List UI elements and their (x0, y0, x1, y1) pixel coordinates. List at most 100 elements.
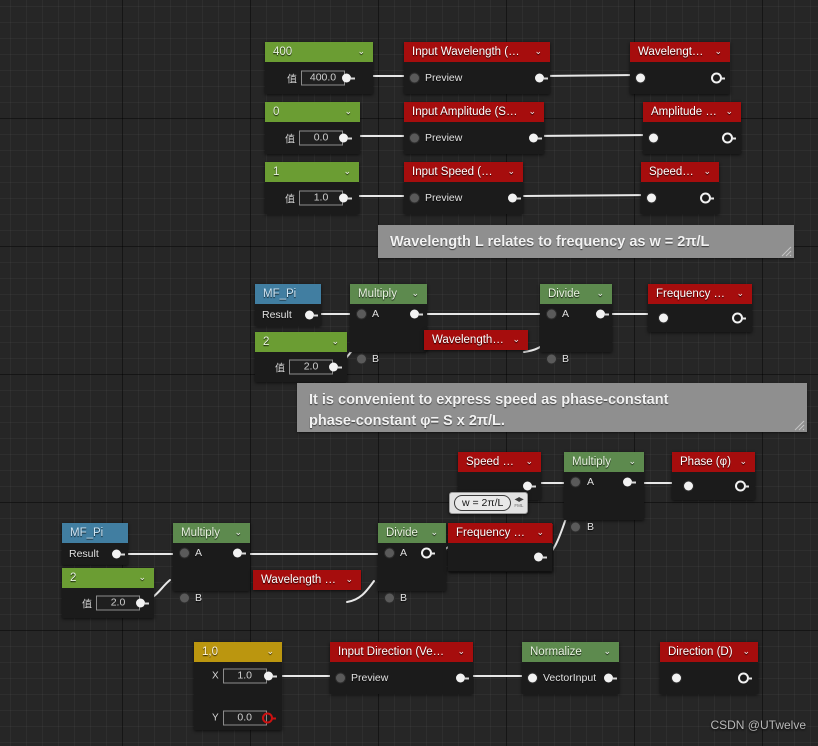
node-param-frequency-bottom[interactable]: Frequency (w) ⌄ (448, 523, 552, 571)
chevron-down-icon[interactable]: ⌄ (628, 456, 636, 466)
vector-y-group[interactable]: Y 0.0 (212, 710, 267, 726)
output-pin-xy[interactable] (264, 671, 277, 681)
node-header[interactable]: Multiply ⌄ (350, 284, 427, 304)
input-pin[interactable] (649, 133, 658, 143)
chevron-down-icon[interactable]: ⌄ (411, 288, 419, 298)
chevron-down-icon[interactable]: ⌄ (596, 288, 604, 298)
vector-x-group[interactable]: X 1.0 (212, 668, 267, 684)
value-field-group[interactable]: 值 2.0 (82, 595, 140, 611)
node-header[interactable]: Frequency (w) ⌄ (448, 523, 552, 543)
node-header[interactable]: Divide ⌄ (378, 523, 446, 543)
node-multiply-mid[interactable]: Multiply ⌄ A B (564, 452, 644, 533)
output-pin[interactable] (305, 310, 318, 320)
material-graph-canvas[interactable]: 400 ⌄ 值 400.0 Input Wavelength (Scalar) … (0, 0, 818, 746)
output-pin[interactable] (722, 132, 736, 144)
chevron-down-icon[interactable]: ⌄ (512, 334, 520, 344)
value-field-group[interactable]: 值 0.0 (285, 130, 343, 146)
node-header[interactable]: 0 ⌄ (265, 102, 360, 122)
output-pin[interactable] (112, 549, 125, 559)
value-input[interactable]: 0.0 (299, 130, 343, 146)
input-pin-preview[interactable] (410, 193, 419, 203)
node-header[interactable]: Input Amplitude (Scalar) ⌄ (404, 102, 544, 122)
node-header[interactable]: MF_Pi (255, 284, 321, 304)
output-pin[interactable] (711, 72, 725, 84)
node-header[interactable]: Wavelength (L) ⌄ (630, 42, 730, 62)
comment-phase-note[interactable]: It is convenient to express speed as pha… (297, 383, 807, 432)
node-header[interactable]: Input Direction (Vector2) ⌄ (330, 642, 473, 662)
node-const-400[interactable]: 400 ⌄ 值 400.0 (265, 42, 373, 94)
node-header[interactable]: Input Speed (Scalar) ⌄ (404, 162, 523, 182)
input-pin-b[interactable] (547, 354, 556, 364)
node-header[interactable]: Amplitude (A) ⌄ (643, 102, 741, 122)
chevron-down-icon[interactable]: ⌄ (357, 46, 365, 56)
input-pin[interactable] (636, 73, 645, 83)
value-input[interactable]: 1.0 (299, 190, 343, 206)
node-header[interactable]: 400 ⌄ (265, 42, 373, 62)
output-pin[interactable] (508, 193, 521, 203)
output-pin[interactable] (732, 312, 746, 324)
input-pin-a[interactable] (357, 309, 366, 319)
chevron-down-icon[interactable]: ⌄ (603, 646, 611, 656)
input-pin[interactable] (684, 481, 693, 491)
input-pin[interactable] (647, 193, 656, 203)
input-pin-b[interactable] (385, 593, 394, 603)
input-pin-preview[interactable] (410, 133, 419, 143)
output-pin[interactable] (410, 309, 423, 319)
node-header[interactable]: 1 ⌄ (265, 162, 359, 182)
chevron-down-icon[interactable]: ⌄ (345, 574, 353, 584)
output-pin[interactable] (535, 73, 548, 83)
chevron-down-icon[interactable]: ⌄ (525, 456, 533, 466)
chevron-down-icon[interactable]: ⌄ (725, 106, 733, 116)
chevron-down-icon[interactable]: ⌄ (266, 646, 274, 656)
value-field-group[interactable]: 值 1.0 (285, 190, 343, 206)
vector-x-input[interactable]: 1.0 (222, 668, 267, 684)
node-const-2-top[interactable]: 2 ⌄ 值 2.0 (255, 332, 347, 382)
node-divide-bottom[interactable]: Divide ⌄ A B (378, 523, 446, 604)
input-pin-b[interactable] (180, 593, 189, 603)
node-const-1[interactable]: 1 ⌄ 值 1.0 (265, 162, 359, 214)
input-pin[interactable] (659, 313, 668, 323)
output-pin-r[interactable] (262, 712, 276, 724)
node-header[interactable]: 2 ⌄ (62, 568, 154, 588)
input-pin-a[interactable] (385, 548, 394, 558)
node-header[interactable]: Speed (S) ⌄ (458, 452, 541, 472)
node-header[interactable]: MF_Pi (62, 523, 128, 543)
output-pin[interactable] (529, 133, 542, 143)
node-const-2-bottom[interactable]: 2 ⌄ 值 2.0 (62, 568, 154, 618)
value-input[interactable]: 2.0 (289, 359, 333, 375)
vector-y-input[interactable]: 0.0 (222, 710, 267, 726)
node-const-0[interactable]: 0 ⌄ 值 0.0 (265, 102, 360, 154)
input-pin-a[interactable] (547, 309, 556, 319)
node-header[interactable]: Input Wavelength (Scalar) ⌄ (404, 42, 550, 62)
input-pin[interactable] (672, 673, 681, 683)
chevron-down-icon[interactable]: ⌄ (507, 166, 515, 176)
node-header[interactable]: Wavelength (L) ⌄ (424, 330, 528, 350)
resize-grip-icon[interactable] (793, 419, 805, 431)
chevron-down-icon[interactable]: ⌄ (234, 527, 242, 537)
output-pin[interactable] (738, 672, 752, 684)
node-header[interactable]: Normalize ⌄ (522, 642, 619, 662)
node-const-vector2[interactable]: 1,0 ⌄ X 1.0 Y 0.0 (194, 642, 282, 730)
input-pin-vectorinput[interactable] (528, 673, 537, 683)
chevron-down-icon[interactable]: ⌄ (528, 106, 536, 116)
output-pin[interactable] (604, 673, 617, 683)
node-normalize[interactable]: Normalize ⌄ VectorInput (522, 642, 619, 694)
output-pin[interactable] (523, 481, 536, 491)
output-pin[interactable] (339, 193, 352, 203)
chevron-down-icon[interactable]: ⌄ (138, 572, 146, 582)
node-param-frequency-top[interactable]: Frequency (w) ⌄ (648, 284, 752, 332)
node-param-amplitude[interactable]: Amplitude (A) ⌄ (643, 102, 741, 154)
node-param-speed[interactable]: Speed (S) ⌄ (641, 162, 719, 214)
node-multiply-bottom[interactable]: Multiply ⌄ A B (173, 523, 250, 604)
output-pin[interactable] (456, 673, 469, 683)
node-input-amplitude[interactable]: Input Amplitude (Scalar) ⌄ Preview (404, 102, 544, 154)
output-pin[interactable] (233, 548, 246, 558)
node-header[interactable]: Multiply ⌄ (564, 452, 644, 472)
chevron-down-icon[interactable]: ⌄ (534, 46, 542, 56)
output-pin[interactable] (534, 552, 547, 562)
node-header[interactable]: Phase (φ) ⌄ (672, 452, 755, 472)
output-pin[interactable] (735, 480, 749, 492)
output-pin[interactable] (623, 477, 636, 487)
output-pin[interactable] (342, 73, 355, 83)
node-input-wavelength[interactable]: Input Wavelength (Scalar) ⌄ Preview (404, 42, 550, 94)
